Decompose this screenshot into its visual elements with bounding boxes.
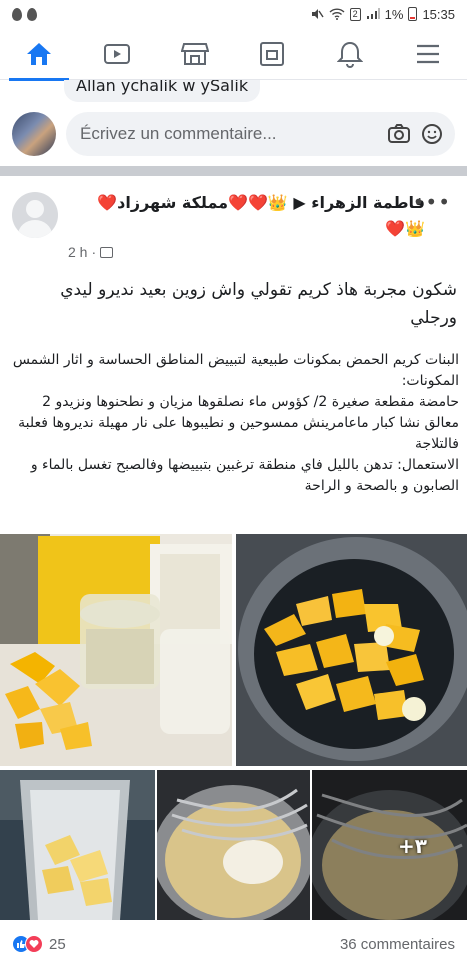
water-drop-icon — [12, 7, 22, 21]
more-options-icon[interactable]: ••• — [413, 190, 451, 214]
sim-badge: 2 — [349, 7, 361, 21]
battery-percent: 1% — [384, 6, 404, 22]
previous-comment-text: Allan ychalik w ySalik — [76, 80, 249, 95]
nav-groups[interactable] — [242, 28, 302, 80]
post-recipe: البنات كريم الحمض بمكونات طبيعية لتبييض … — [8, 350, 459, 497]
signal-icon — [366, 8, 380, 19]
nav-home[interactable] — [8, 28, 69, 81]
nav-notifications[interactable] — [320, 28, 380, 80]
comment-placeholder: Écrivez un commentaire... — [80, 124, 277, 143]
whisking-mixture-photo — [157, 770, 310, 920]
bell-icon — [337, 41, 364, 68]
post-photo-5[interactable]: +٣ — [312, 770, 467, 920]
wifi-icon — [329, 8, 345, 20]
post-photo-3[interactable] — [0, 770, 155, 920]
marketplace-icon — [180, 42, 209, 65]
recipe-line: البنات كريم الحمض بمكونات طبيعية لتبييض … — [12, 352, 459, 368]
clock: 15:35 — [422, 6, 455, 22]
post-author-line[interactable]: فاطمة الزهراء ▶ 👑❤️❤️مملكة شهرزاد❤️ 👑❤️ — [95, 190, 425, 242]
post-headline: شكون مجربة هاذ كريم تقولي واش زوين بعيد … — [60, 280, 457, 328]
status-left — [12, 7, 37, 21]
groups-icon — [260, 41, 285, 66]
status-right: 2 1% 15:35 — [310, 7, 455, 22]
mute-icon — [311, 9, 324, 19]
post-meta: 2 h · — [68, 244, 114, 260]
watch-icon — [103, 43, 130, 64]
post-photo-2[interactable] — [236, 534, 467, 766]
audience-icon — [100, 246, 114, 258]
hamburger-menu-icon — [417, 44, 440, 63]
nav-watch[interactable] — [87, 28, 147, 80]
feed-divider — [0, 166, 467, 176]
comment-composer: Écrivez un commentaire... — [12, 108, 455, 160]
post-footer: 25 36 commentaires — [12, 928, 455, 960]
recipe-line: المكونات: — [401, 373, 459, 389]
love-reaction-icon[interactable] — [25, 935, 43, 953]
blender-lemons-photo — [0, 770, 155, 920]
lemons-boiling-pot-photo — [236, 534, 467, 766]
comments-count[interactable]: 36 commentaires — [340, 936, 455, 953]
post-time[interactable]: 2 h — [68, 244, 87, 260]
camera-icon[interactable] — [387, 124, 411, 144]
post-header: فاطمة الزهراء ▶ 👑❤️❤️مملكة شهرزاد❤️ 👑❤️ … — [12, 186, 455, 266]
comment-input[interactable]: Écrivez un commentaire... — [66, 112, 455, 156]
avatar[interactable] — [12, 112, 56, 156]
author-avatar[interactable] — [12, 192, 58, 238]
previous-comment: Allan ychalik w ySalik — [64, 80, 261, 102]
reaction-count[interactable]: 25 — [49, 936, 66, 953]
water-drop-icon — [27, 7, 37, 21]
author-and-group[interactable]: فاطمة الزهراء ▶ 👑❤️❤️مملكة شهرزاد❤️ — [95, 190, 425, 216]
lemons-and-starch-photo — [0, 534, 232, 766]
recipe-line: الاستعمال: تدهن بالليل فاي منطقة ترغبين … — [30, 457, 459, 494]
whisking-cream-photo — [312, 770, 467, 920]
nav-menu[interactable] — [398, 28, 458, 80]
status-bar: 2 1% 15:35 — [0, 0, 467, 28]
battery-icon — [408, 7, 418, 21]
home-icon — [26, 42, 51, 65]
author-line-decoration: 👑❤️ — [385, 219, 425, 238]
post-photo-4[interactable] — [157, 770, 310, 920]
emoji-icon[interactable] — [421, 123, 443, 145]
recipe-line: حامضة مقطعة صغيرة 2/ كؤوس ماء نصلقوها مز… — [18, 394, 459, 452]
more-photos-badge[interactable]: +٣ — [398, 834, 427, 858]
separator-dot: · — [91, 244, 97, 260]
nav-marketplace[interactable] — [165, 28, 225, 80]
post-photo-1[interactable] — [0, 534, 232, 766]
top-navigation — [0, 28, 467, 81]
